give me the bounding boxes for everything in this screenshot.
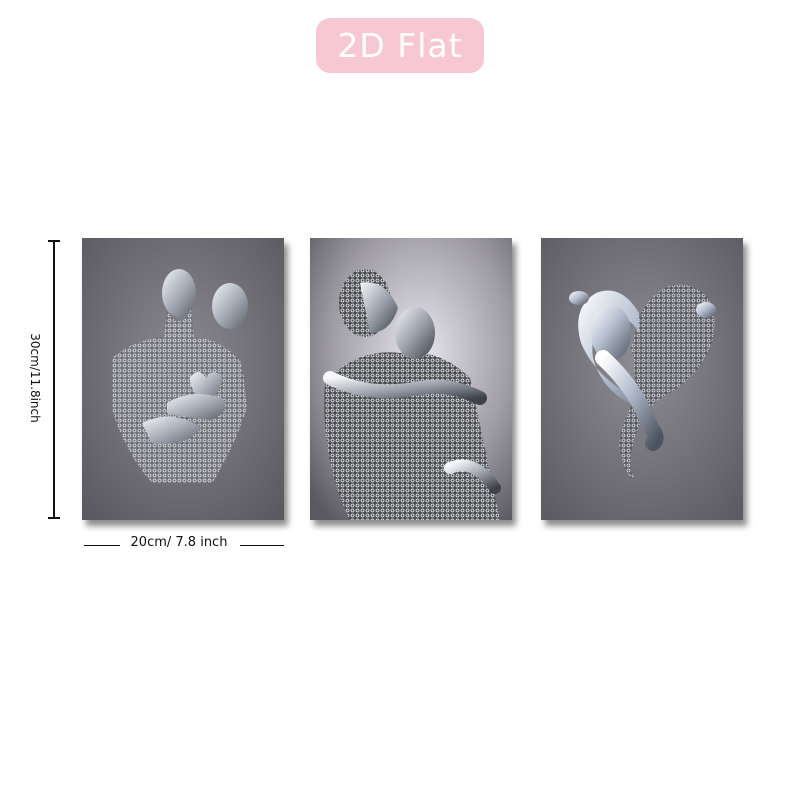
kiss-sculpture-image xyxy=(310,238,512,520)
embrace-sculpture-image xyxy=(82,238,284,520)
heart-sculpture-image xyxy=(541,238,743,520)
height-label: 30cm/11.8inch xyxy=(28,333,42,423)
flat-type-badge: 2D Flat xyxy=(316,18,484,73)
art-panel-1 xyxy=(82,238,284,520)
badge-label: 2D Flat xyxy=(337,26,463,65)
art-panel-3 xyxy=(541,238,743,520)
width-line-left xyxy=(84,545,120,546)
height-line xyxy=(53,241,55,519)
width-label: 20cm/ 7.8 inch xyxy=(130,535,228,550)
art-panel-2 xyxy=(310,238,512,520)
width-line-right xyxy=(240,545,284,546)
height-tick-bottom xyxy=(48,517,60,519)
